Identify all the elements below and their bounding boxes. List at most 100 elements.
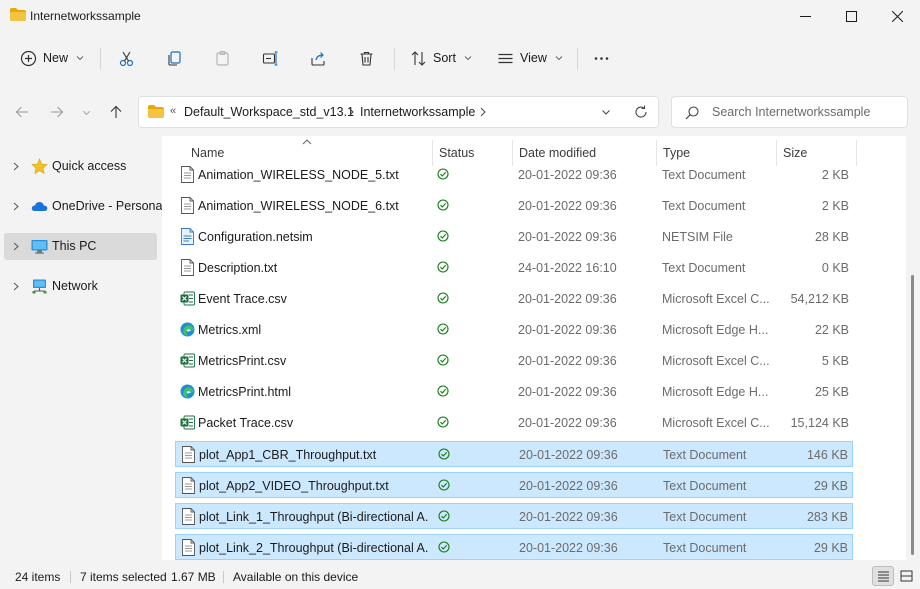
paste-button[interactable] — [214, 42, 231, 74]
file-type: NETSIM File — [662, 230, 733, 244]
file-row[interactable]: Event Trace.csv 20-01-2022 09:36 Microsoft… — [175, 286, 853, 312]
arrow-right-icon — [51, 106, 64, 118]
breadcrumb-workspace[interactable]: Default_Workspace_std_v13.1 — [184, 105, 354, 119]
column-header-status[interactable]: Status — [439, 146, 474, 160]
scrollbar-thumb[interactable] — [911, 275, 914, 555]
up-button[interactable] — [104, 100, 128, 124]
copy-icon — [168, 50, 181, 66]
delete-button[interactable] — [358, 42, 375, 74]
file-size: 0 KB — [821, 261, 849, 275]
rename-button[interactable] — [262, 42, 279, 74]
column-header-type[interactable]: Type — [663, 146, 690, 160]
availability-status: Available on this device — [233, 570, 359, 584]
chevron-right-icon[interactable] — [12, 202, 20, 211]
chevron-right-icon[interactable] — [12, 282, 20, 291]
chevron-right-icon[interactable] — [12, 242, 20, 251]
nav-item-this-pc[interactable]: This PC — [4, 233, 157, 260]
file-type: Text Document — [663, 479, 747, 493]
address-bar[interactable]: « Default_Workspace_std_v13.1 Internetwo… — [138, 96, 659, 128]
arrow-left-icon — [15, 106, 28, 118]
column-header-name[interactable]: Name — [191, 146, 224, 160]
search-icon — [685, 106, 699, 120]
more-options-button[interactable] — [593, 42, 610, 74]
forward-button[interactable] — [45, 100, 69, 124]
minimize-button[interactable] — [782, 0, 828, 32]
minimize-icon — [799, 15, 811, 17]
folder-icon — [10, 8, 26, 21]
text-file-icon — [181, 166, 194, 183]
file-row[interactable]: plot_App2_VIDEO_Throughput.txt 20-01-2022… — [175, 472, 853, 498]
column-header-size[interactable]: Size — [783, 146, 807, 160]
synced-check-icon — [438, 479, 450, 491]
share-button[interactable] — [310, 42, 327, 74]
breadcrumb-current-folder[interactable]: Internetworkssample — [360, 105, 475, 119]
cut-button[interactable] — [118, 42, 135, 74]
file-date-modified: 20-01-2022 09:36 — [518, 230, 617, 244]
close-button[interactable] — [874, 0, 920, 32]
new-button[interactable]: New — [20, 42, 84, 74]
nav-item-quick-access[interactable]: Quick access — [4, 153, 157, 180]
nav-label: Quick access — [52, 159, 127, 173]
chevron-right-icon[interactable] — [479, 107, 487, 117]
file-type: Text Document — [662, 261, 746, 275]
file-name: MetricsPrint.html — [198, 385, 292, 399]
new-label: New — [43, 51, 69, 65]
file-row[interactable]: Metrics.xml 20-01-2022 09:36 Microsoft Edg… — [175, 317, 853, 343]
file-type: Text Document — [663, 448, 747, 462]
text-file-icon — [182, 446, 195, 463]
tiles-view-icon — [900, 570, 912, 582]
file-date-modified: 20-01-2022 09:36 — [519, 479, 618, 493]
file-row[interactable]: Animation_WIRELESS_NODE_6.txt 20-01-2022 … — [175, 193, 853, 219]
scissors-icon — [119, 51, 134, 66]
file-size: 5 KB — [821, 354, 849, 368]
file-name: Packet Trace.csv — [198, 416, 294, 430]
nav-item-onedrive[interactable]: OneDrive - Personal — [4, 193, 165, 220]
column-divider[interactable] — [856, 140, 857, 166]
file-row[interactable]: MetricsPrint.html 20-01-2022 09:36 Microso… — [175, 379, 853, 405]
copy-button[interactable] — [166, 42, 183, 74]
file-row[interactable]: plot_Link_2_Throughput (Bi-directional A… — [175, 534, 853, 560]
file-row[interactable]: Description.txt 24-01-2022 16:10 Text Docu… — [175, 255, 853, 281]
text-file-icon — [181, 259, 194, 276]
back-button[interactable] — [10, 100, 34, 124]
rename-icon — [262, 50, 278, 66]
vertical-scrollbar[interactable] — [906, 136, 920, 560]
search-box[interactable]: Search Internetworkssample — [671, 96, 908, 128]
nav-label: This PC — [52, 239, 97, 253]
file-row[interactable]: Animation_WIRELESS_NODE_5.txt 20-01-2022 … — [175, 162, 853, 188]
chevron-down-icon[interactable] — [601, 107, 611, 117]
details-view-button[interactable] — [872, 566, 894, 586]
file-date-modified: 20-01-2022 09:36 — [518, 199, 617, 213]
excel-file-icon — [180, 291, 195, 306]
file-row[interactable]: Configuration.netsim 20-01-2022 09:36 NETS… — [175, 224, 853, 250]
file-date-modified: 20-01-2022 09:36 — [518, 354, 617, 368]
maximize-button[interactable] — [828, 0, 874, 32]
file-row[interactable]: plot_App1_CBR_Throughput.txt 20-01-2022 0… — [175, 441, 853, 467]
file-row[interactable]: Packet Trace.csv 20-01-2022 09:36 Microsof… — [175, 410, 853, 436]
synced-check-icon — [437, 354, 449, 366]
tiles-view-button[interactable] — [895, 566, 917, 586]
address-overflow[interactable]: « — [170, 105, 176, 117]
nav-item-network[interactable]: Network — [4, 273, 157, 300]
refresh-icon[interactable] — [633, 104, 649, 120]
view-label: View — [520, 51, 547, 65]
sort-button[interactable]: Sort — [410, 42, 472, 74]
file-type: Text Document — [663, 510, 747, 524]
file-row[interactable]: MetricsPrint.csv 20-01-2022 09:36 Microsof… — [175, 348, 853, 374]
search-input[interactable]: Search Internetworkssample — [712, 105, 870, 119]
file-size: 22 KB — [814, 323, 849, 337]
view-button[interactable]: View — [497, 42, 563, 74]
item-count: 24 items — [15, 570, 61, 584]
column-header-date-modified[interactable]: Date modified — [519, 146, 596, 160]
file-row[interactable]: plot_Link_1_Throughput (Bi-directional A… — [175, 503, 853, 529]
file-date-modified: 20-01-2022 09:36 — [518, 416, 617, 430]
chevron-right-icon[interactable] — [12, 162, 20, 171]
file-list: Name Status Date modified Type Size Anim… — [162, 136, 906, 560]
file-type: Text Document — [662, 168, 746, 182]
chevron-right-icon[interactable] — [347, 107, 355, 117]
file-name: Configuration.netsim — [198, 230, 313, 244]
sort-icon — [411, 50, 426, 66]
recent-locations-button[interactable] — [76, 100, 96, 124]
file-size: 29 KB — [813, 479, 848, 493]
file-date-modified: 24-01-2022 16:10 — [518, 261, 617, 275]
